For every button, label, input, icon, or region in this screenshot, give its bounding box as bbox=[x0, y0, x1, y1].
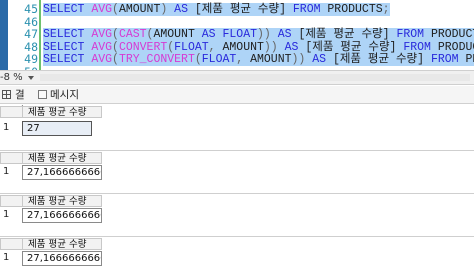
code-token: [제품 평균 수량] bbox=[298, 28, 397, 41]
code-text[interactable]: SELECT AVG(AMOUNT) AS [제품 평균 수량] FROM PR… bbox=[43, 3, 390, 16]
row-number: 1 bbox=[3, 209, 10, 220]
code-token: FROM bbox=[430, 53, 466, 66]
row-number: 1 bbox=[3, 252, 10, 263]
code-token: AVG bbox=[91, 40, 113, 54]
code-line[interactable]: 47 SELECT AVG(CAST(AMOUNT AS FLOAT)) AS [… bbox=[0, 28, 474, 41]
zoom-level[interactable]: -8 % bbox=[0, 71, 23, 85]
code-token: AS bbox=[284, 40, 306, 54]
code-text[interactable]: SELECT AVG(CAST(AMOUNT AS FLOAT)) AS [제품… bbox=[43, 28, 474, 41]
horizontal-scrollbar[interactable] bbox=[40, 74, 470, 81]
row-number: 1 bbox=[3, 166, 10, 177]
code-token: ( bbox=[112, 3, 119, 16]
code-text[interactable]: SELECT AVG(TRY_CONVERT(FLOAT, AMOUNT)) A… bbox=[43, 53, 474, 66]
code-token: CAST bbox=[118, 28, 147, 41]
code-token: PRODUCTS bbox=[437, 40, 474, 54]
result-cell[interactable]: 27,1666666666667 bbox=[22, 251, 102, 266]
code-token: PRODUCTS bbox=[465, 53, 474, 66]
code-token: FLOAT bbox=[174, 40, 209, 54]
code-token: ( bbox=[194, 53, 202, 66]
code-token: [제품 평균 수량] bbox=[332, 53, 431, 66]
code-token: FROM bbox=[403, 40, 438, 54]
result-grid: 제품 평균 수량 1 27,1666666666667 bbox=[0, 237, 474, 277]
result-grid: 제품 평균 수량 1 27,1666666666667 bbox=[0, 151, 474, 191]
code-token: ; bbox=[382, 3, 390, 16]
code-token: [제품 평균 수량] bbox=[194, 3, 293, 16]
grid-corner bbox=[0, 106, 22, 118]
column-header[interactable]: 제품 평균 수량 bbox=[22, 195, 102, 207]
editor-status-bar: -8 % bbox=[0, 70, 474, 85]
chevron-down-icon[interactable] bbox=[28, 76, 34, 80]
code-token: ( bbox=[112, 53, 119, 66]
tab-messages[interactable]: 메시지 bbox=[38, 87, 93, 103]
code-token: CONVERT bbox=[118, 40, 168, 54]
code-token: AS bbox=[201, 28, 223, 41]
code-token: ) bbox=[160, 3, 175, 16]
grid-icon bbox=[2, 90, 11, 99]
code-token: AS bbox=[277, 28, 299, 41]
row-number: 1 bbox=[3, 122, 10, 133]
result-cell[interactable]: 27,1666666666667 bbox=[22, 208, 102, 223]
code-token: )) bbox=[257, 28, 278, 41]
code-line[interactable]: 45 SELECT AVG(AMOUNT) AS [제품 평균 수량] FROM … bbox=[0, 3, 474, 16]
code-token: , bbox=[208, 40, 223, 54]
column-header[interactable]: 제품 평균 수량 bbox=[22, 152, 102, 164]
tab-results[interactable]: 결과 bbox=[2, 87, 32, 117]
code-token: TRY_CONVERT bbox=[118, 53, 195, 66]
code-token: AMOUNT bbox=[118, 3, 161, 16]
grid-corner bbox=[0, 195, 22, 207]
code-token: FROM bbox=[396, 28, 431, 41]
column-header[interactable]: 제품 평균 수량 bbox=[22, 106, 102, 118]
code-token: AS bbox=[312, 53, 333, 66]
code-token: FLOAT bbox=[222, 28, 257, 41]
code-line[interactable]: 46 bbox=[0, 15, 474, 29]
code-token: AS bbox=[174, 3, 195, 16]
result-grid: 제품 평균 수량 1 27 bbox=[0, 104, 474, 144]
result-grid: 제품 평균 수량 1 27,1666666666667 bbox=[0, 194, 474, 234]
grid-corner bbox=[0, 238, 22, 250]
code-text[interactable]: SELECT AVG(CONVERT(FLOAT, AMOUNT)) AS [제… bbox=[43, 40, 474, 54]
code-token: ( bbox=[112, 28, 119, 41]
result-cell[interactable]: 27,1666666666667 bbox=[22, 165, 102, 180]
code-token: SELECT bbox=[43, 40, 92, 54]
code-token: AMOUNT bbox=[250, 53, 292, 66]
grid-corner bbox=[0, 152, 22, 164]
code-token: SELECT bbox=[43, 53, 92, 66]
code-token: FLOAT bbox=[201, 53, 237, 66]
query-editor[interactable]: 45 SELECT AVG(AMOUNT) AS [제품 평균 수량] FROM … bbox=[0, 0, 474, 70]
code-token: AMOUNT bbox=[153, 28, 202, 41]
result-cell[interactable]: 27 bbox=[22, 121, 92, 136]
results-tab-strip: 결과 메시지 bbox=[0, 86, 474, 117]
column-header[interactable]: 제품 평균 수량 bbox=[22, 238, 102, 250]
code-token: AVG bbox=[91, 53, 113, 66]
code-token: PRODUCTS bbox=[430, 28, 474, 41]
code-token: , bbox=[236, 53, 251, 66]
code-token: AVG bbox=[91, 28, 113, 41]
code-token: SELECT bbox=[43, 3, 92, 16]
code-token: PRODUCTS bbox=[327, 3, 383, 16]
code-line[interactable]: 48 SELECT AVG(CONVERT(FLOAT, AMOUNT)) AS … bbox=[0, 40, 474, 54]
code-token: [제품 평균 수량] bbox=[305, 40, 404, 54]
code-token: FROM bbox=[292, 3, 328, 16]
code-token: )) bbox=[291, 53, 313, 66]
code-token: AVG bbox=[91, 3, 113, 16]
code-token: AMOUNT bbox=[222, 40, 264, 54]
code-token: SELECT bbox=[43, 28, 92, 41]
code-token: ( bbox=[112, 40, 119, 54]
message-icon bbox=[38, 90, 47, 99]
code-line[interactable]: 49 SELECT AVG(TRY_CONVERT(FLOAT, AMOUNT))… bbox=[0, 53, 474, 66]
tab-messages-label: 메시지 bbox=[50, 89, 79, 101]
code-token: )) bbox=[263, 40, 285, 54]
